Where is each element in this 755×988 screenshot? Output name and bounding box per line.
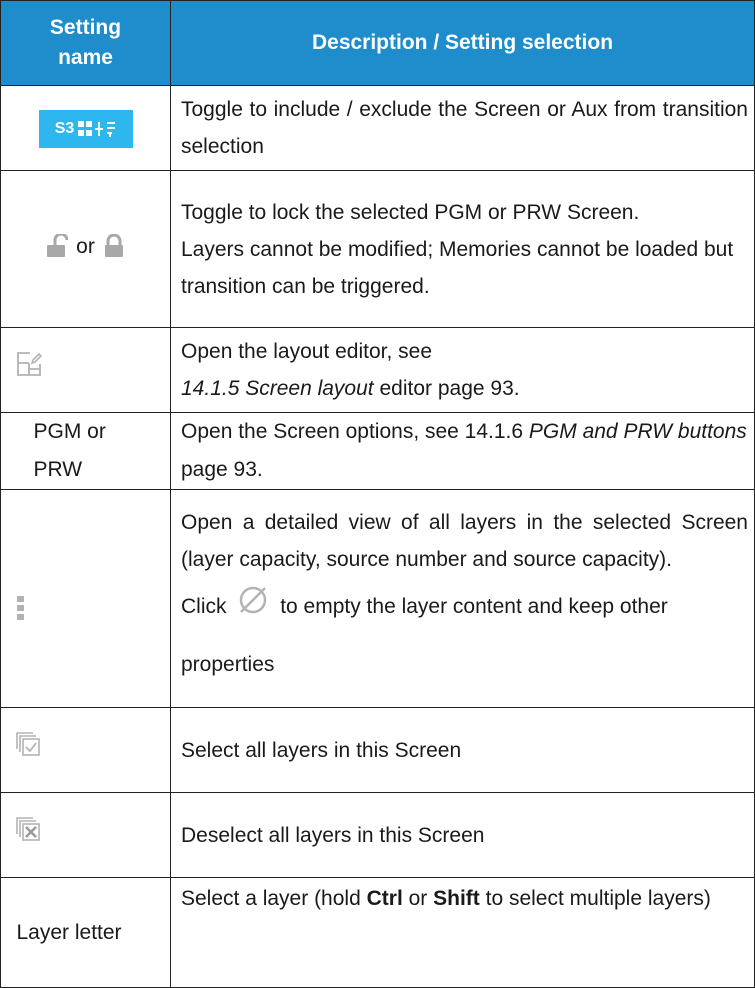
setting-description: Open a detailed view of all layers in th… [170, 489, 755, 708]
detail-description-2: Click to empty the layer content and kee… [181, 578, 748, 694]
lock-description-1: Toggle to lock the selected PGM or PRW S… [181, 200, 640, 224]
table-row: Select all layers in this Screen [0, 707, 755, 793]
setting-description: Open the layout editor, see 14.1.5 Scree… [170, 327, 755, 413]
setting-icon-cell [0, 707, 171, 793]
table-header-row: Setting name Description / Setting selec… [0, 0, 755, 86]
empty-circle-icon [240, 586, 267, 613]
setting-icon-cell: or [0, 170, 171, 328]
s3-label: S3 [54, 120, 75, 138]
layout-reference: 14.1.5 Screen layout editor page 93. [181, 377, 520, 400]
layout-edit-icon [16, 352, 42, 376]
setting-description: Deselect all layers in this Screen [170, 792, 755, 878]
table-row: Open the layout editor, see 14.1.5 Scree… [0, 327, 755, 413]
setting-description: Toggle to include / exclude the Screen o… [170, 85, 755, 171]
setting-description: Open the Screen options, see 14.1.6 PGM … [170, 412, 755, 490]
layout-description: Open the layout editor, see [181, 340, 433, 363]
lock-icon [104, 234, 123, 258]
deselect-all-icon [15, 817, 40, 841]
settings-table: Setting name Description / Setting selec… [0, 0, 755, 988]
table-row: S3 Toggle to include / exclude the Scree… [0, 85, 755, 171]
column-header-description: Description / Setting selection [170, 0, 755, 86]
unlock-icon [47, 234, 69, 258]
grid-list-icon [78, 120, 116, 137]
table-row: or Toggle to lock the selected PGM or PR… [0, 170, 755, 328]
column-header-setting-name: Setting name [0, 0, 171, 86]
setting-icon-cell [0, 792, 171, 878]
select-all-icon [15, 732, 40, 756]
setting-description: Select all layers in this Screen [170, 707, 755, 793]
or-label: or [76, 234, 95, 258]
table-row: Open a detailed view of all layers in th… [0, 489, 755, 708]
setting-name: Layer letter [16, 920, 122, 944]
table-row: Deselect all layers in this Screen [0, 792, 755, 878]
setting-name-cell: PGM or PRW [0, 412, 171, 490]
detail-description-1: Open a detailed view of all layers in th… [181, 510, 748, 571]
setting-icon-cell [0, 489, 171, 708]
setting-description: Select a layer (hold Ctrl or Shift to se… [170, 877, 755, 988]
more-vertical-icon [16, 596, 24, 620]
table-row: Layer letter Select a layer (hold Ctrl o… [0, 877, 755, 988]
setting-description: Toggle to lock the selected PGM or PRW S… [170, 170, 755, 328]
setting-icon-cell [0, 327, 171, 413]
setting-name-cell: Layer letter [0, 877, 171, 988]
lock-description-2: Layers cannot be modified; Memories cann… [181, 237, 734, 298]
table-row: PGM or PRW Open the Screen options, see … [0, 412, 755, 490]
setting-name: PGM or PRW [33, 420, 106, 481]
setting-icon-cell: S3 [0, 85, 171, 171]
transition-toggle-icon: S3 [38, 109, 133, 148]
